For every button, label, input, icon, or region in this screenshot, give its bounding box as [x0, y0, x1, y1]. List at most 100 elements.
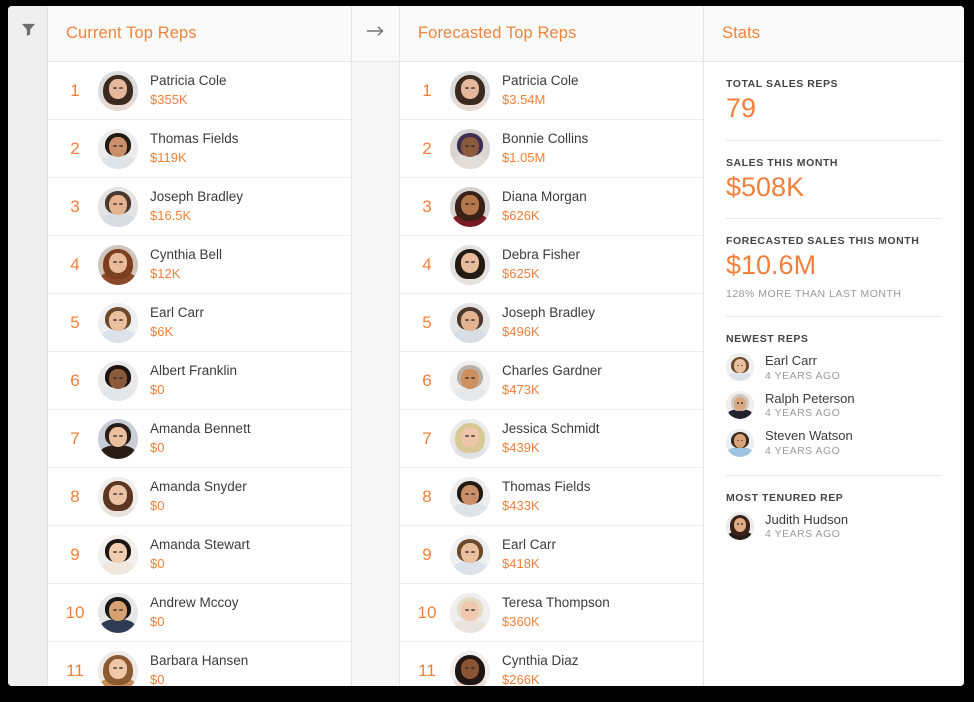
most-tenured-rep-list: Judith Hudson 4 YEARS AGO	[726, 512, 942, 541]
current-top-reps-list[interactable]: 1 Patricia Cole $355K 2 Thomas Fields $119K 3 J…	[48, 62, 351, 686]
rep-avatar	[98, 244, 138, 285]
mini-rep-row[interactable]: Judith Hudson 4 YEARS AGO	[726, 512, 942, 541]
arrow-right-icon	[366, 24, 386, 43]
rep-row[interactable]: 11 Cynthia Diaz $266K	[400, 642, 703, 686]
rep-avatar	[450, 476, 490, 517]
rep-name: Bonnie Collins	[502, 130, 589, 146]
rep-row[interactable]: 7 Amanda Bennett $0	[48, 410, 351, 468]
rep-info: Earl Carr $418K	[502, 537, 556, 572]
rep-rank: 8	[70, 486, 80, 506]
rep-row[interactable]: 4 Cynthia Bell $12K	[48, 236, 351, 294]
arrow-header	[352, 6, 399, 62]
rep-row[interactable]: 1 Patricia Cole $355K	[48, 62, 351, 120]
stats-body: TOTAL SALES REPS 79 SALES THIS MONTH $50…	[704, 62, 964, 686]
rep-amount: $0	[150, 555, 165, 571]
stat-label: SALES THIS MONTH	[726, 156, 839, 169]
mini-rep-info: Ralph Peterson 4 YEARS AGO	[765, 391, 855, 420]
stats-column: Stats TOTAL SALES REPS 79 SALES THIS MON…	[704, 6, 964, 686]
rep-rank: 3	[70, 196, 80, 216]
rep-rank: 8	[422, 486, 432, 506]
rep-row[interactable]: 3 Joseph Bradley $16.5K	[48, 178, 351, 236]
forecasted-top-reps-title: Forecasted Top Reps	[418, 24, 577, 42]
rep-amount: $0	[150, 497, 165, 513]
rep-name: Cynthia Bell	[150, 246, 223, 262]
funnel-filter-icon[interactable]	[8, 22, 48, 38]
rep-avatar	[98, 360, 138, 401]
mini-rep-row[interactable]: Ralph Peterson 4 YEARS AGO	[726, 390, 942, 420]
current-top-reps-header: Current Top Reps	[48, 6, 351, 62]
rep-row[interactable]: 6 Charles Gardner $473K	[400, 352, 703, 410]
rep-info: Teresa Thompson $360K	[502, 595, 610, 630]
rep-row[interactable]: 2 Thomas Fields $119K	[48, 120, 351, 178]
rep-amount: $1.05M	[502, 149, 546, 165]
newest-reps-list: Earl Carr 4 YEARS AGO Ralph Peterson 4 YEAR…	[726, 353, 942, 457]
rep-row[interactable]: 4 Debra Fisher $625K	[400, 236, 703, 294]
rep-avatar	[98, 650, 138, 686]
rep-name: Andrew Mccoy	[150, 594, 239, 610]
stat-value: $10.6M	[726, 250, 817, 281]
rep-info: Amanda Bennett $0	[150, 421, 251, 456]
rep-amount: $0	[150, 439, 165, 455]
mini-rep-row[interactable]: Earl Carr 4 YEARS AGO	[726, 353, 942, 382]
rep-rank: 5	[70, 312, 80, 332]
rep-avatar	[450, 186, 490, 227]
stat-sales-this-month: SALES THIS MONTH $508K	[726, 141, 942, 220]
mini-rep-row[interactable]: Steven Watson 4 YEARS AGO	[726, 428, 942, 457]
rep-row[interactable]: 1 Patricia Cole $3.54M	[400, 62, 703, 120]
rep-rank: 4	[422, 254, 432, 274]
rep-row[interactable]: 10 Andrew Mccoy $0	[48, 584, 351, 642]
mini-rep-avatar	[726, 428, 754, 457]
rep-amount: $473K	[502, 381, 540, 397]
rep-avatar	[450, 244, 490, 285]
rep-amount: $360K	[502, 613, 540, 629]
rep-rank: 10	[417, 602, 437, 622]
avatar-portrait	[726, 390, 754, 419]
rep-info: Debra Fisher $625K	[502, 247, 580, 282]
rep-avatar	[98, 70, 138, 111]
stat-label: FORECASTED SALES THIS MONTH	[726, 235, 920, 248]
mini-rep-name: Steven Watson	[765, 428, 853, 444]
rep-amount: $433K	[502, 497, 540, 513]
rep-name: Joseph Bradley	[150, 188, 244, 204]
avatar-portrait	[98, 186, 138, 227]
rep-name: Amanda Snyder	[150, 478, 247, 494]
rep-name: Amanda Stewart	[150, 536, 250, 552]
rep-name: Barbara Hansen	[150, 652, 249, 668]
rep-row[interactable]: 9 Earl Carr $418K	[400, 526, 703, 584]
avatar-portrait	[450, 534, 490, 575]
rep-avatar	[450, 360, 490, 401]
stats-title: Stats	[722, 24, 761, 42]
rep-name: Joseph Bradley	[502, 304, 596, 320]
stat-most-tenured-rep: MOST TENURED REP Judith Hudson 4 YEARS AG…	[726, 476, 942, 559]
rep-row[interactable]: 5 Joseph Bradley $496K	[400, 294, 703, 352]
stat-total-sales-reps: TOTAL SALES REPS 79	[726, 62, 942, 141]
rep-row[interactable]: 10 Teresa Thompson $360K	[400, 584, 703, 642]
forecasted-top-reps-list[interactable]: 1 Patricia Cole $3.54M 2 Bonnie Collins $1.05…	[400, 62, 703, 686]
rep-avatar	[98, 186, 138, 227]
rep-amount: $0	[150, 613, 165, 629]
rep-amount: $496K	[502, 323, 540, 339]
rep-amount: $16.5K	[150, 207, 192, 223]
rep-row[interactable]: 11 Barbara Hansen $0	[48, 642, 351, 686]
rep-amount: $355K	[150, 91, 188, 107]
rep-row[interactable]: 7 Jessica Schmidt $439K	[400, 410, 703, 468]
rep-name: Patricia Cole	[150, 72, 227, 88]
rep-row[interactable]: 8 Thomas Fields $433K	[400, 468, 703, 526]
rep-row[interactable]: 5 Earl Carr $6K	[48, 294, 351, 352]
rep-name: Patricia Cole	[502, 72, 579, 88]
rep-avatar	[450, 592, 490, 633]
avatar-portrait	[450, 244, 490, 285]
rep-amount: $418K	[502, 555, 540, 571]
rep-name: Debra Fisher	[502, 246, 581, 262]
rep-info: Thomas Fields $433K	[502, 479, 591, 514]
mini-rep-info: Judith Hudson 4 YEARS AGO	[765, 512, 848, 541]
mini-rep-avatar	[726, 353, 754, 382]
rep-row[interactable]: 3 Diana Morgan $626K	[400, 178, 703, 236]
avatar-portrait	[450, 302, 490, 343]
rep-rank: 1	[70, 80, 80, 100]
rep-row[interactable]: 2 Bonnie Collins $1.05M	[400, 120, 703, 178]
rep-row[interactable]: 8 Amanda Snyder $0	[48, 468, 351, 526]
rep-row[interactable]: 6 Albert Franklin $0	[48, 352, 351, 410]
rep-row[interactable]: 9 Amanda Stewart $0	[48, 526, 351, 584]
avatar-portrait	[450, 70, 490, 111]
